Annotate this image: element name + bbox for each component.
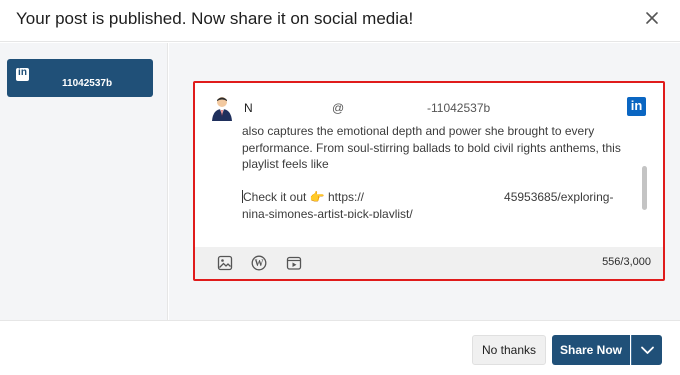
editor-toolbar: W 556/3,000 — [195, 247, 663, 279]
account-item-linkedin[interactable]: in 11042537b — [7, 59, 153, 97]
dialog-title: Your post is published. Now share it on … — [16, 9, 414, 28]
close-icon[interactable] — [642, 8, 662, 28]
post-text-line: playlist feels like — [242, 157, 329, 171]
no-thanks-button[interactable]: No thanks — [472, 335, 546, 365]
svg-text:W: W — [255, 258, 264, 268]
editor-scrollbar[interactable] — [642, 123, 647, 218]
author-handle: -11042537b — [427, 101, 491, 115]
share-now-button[interactable]: Share Now — [552, 335, 630, 365]
post-link-line: Check it out 👉 https:// 45953685/explori… — [242, 190, 614, 204]
post-link-line: nina-simones-artist-pick-playlist/ — [242, 206, 413, 219]
post-preview-card: N @ -11042537b in also captures the emot… — [193, 81, 665, 281]
character-count: 556/3,000 — [602, 256, 651, 268]
dialog-header: Your post is published. Now share it on … — [0, 0, 680, 42]
user-avatar-icon — [209, 95, 235, 121]
wordpress-icon[interactable]: W — [251, 255, 267, 271]
scrollbar-thumb[interactable] — [642, 166, 647, 210]
author-at: @ — [332, 101, 345, 115]
share-options-dropdown[interactable] — [631, 335, 662, 365]
post-text-line: performance. From soul-stirring ballads … — [242, 140, 621, 155]
author-name: N — [244, 101, 253, 115]
chevron-down-icon — [641, 346, 654, 354]
accounts-sidebar: in 11042537b — [0, 43, 168, 320]
dialog-footer: No thanks Share Now — [0, 320, 680, 375]
post-text-line: also captures the emotional depth and po… — [242, 124, 595, 138]
image-icon[interactable] — [217, 255, 233, 271]
preview-area: N @ -11042537b in also captures the emot… — [169, 43, 680, 320]
media-icon[interactable] — [286, 255, 302, 271]
linkedin-icon: in — [16, 67, 29, 81]
account-name: 11042537b — [62, 78, 113, 89]
post-text-editor[interactable]: also captures the emotional depth and po… — [242, 123, 638, 218]
linkedin-logo-icon: in — [627, 97, 646, 116]
